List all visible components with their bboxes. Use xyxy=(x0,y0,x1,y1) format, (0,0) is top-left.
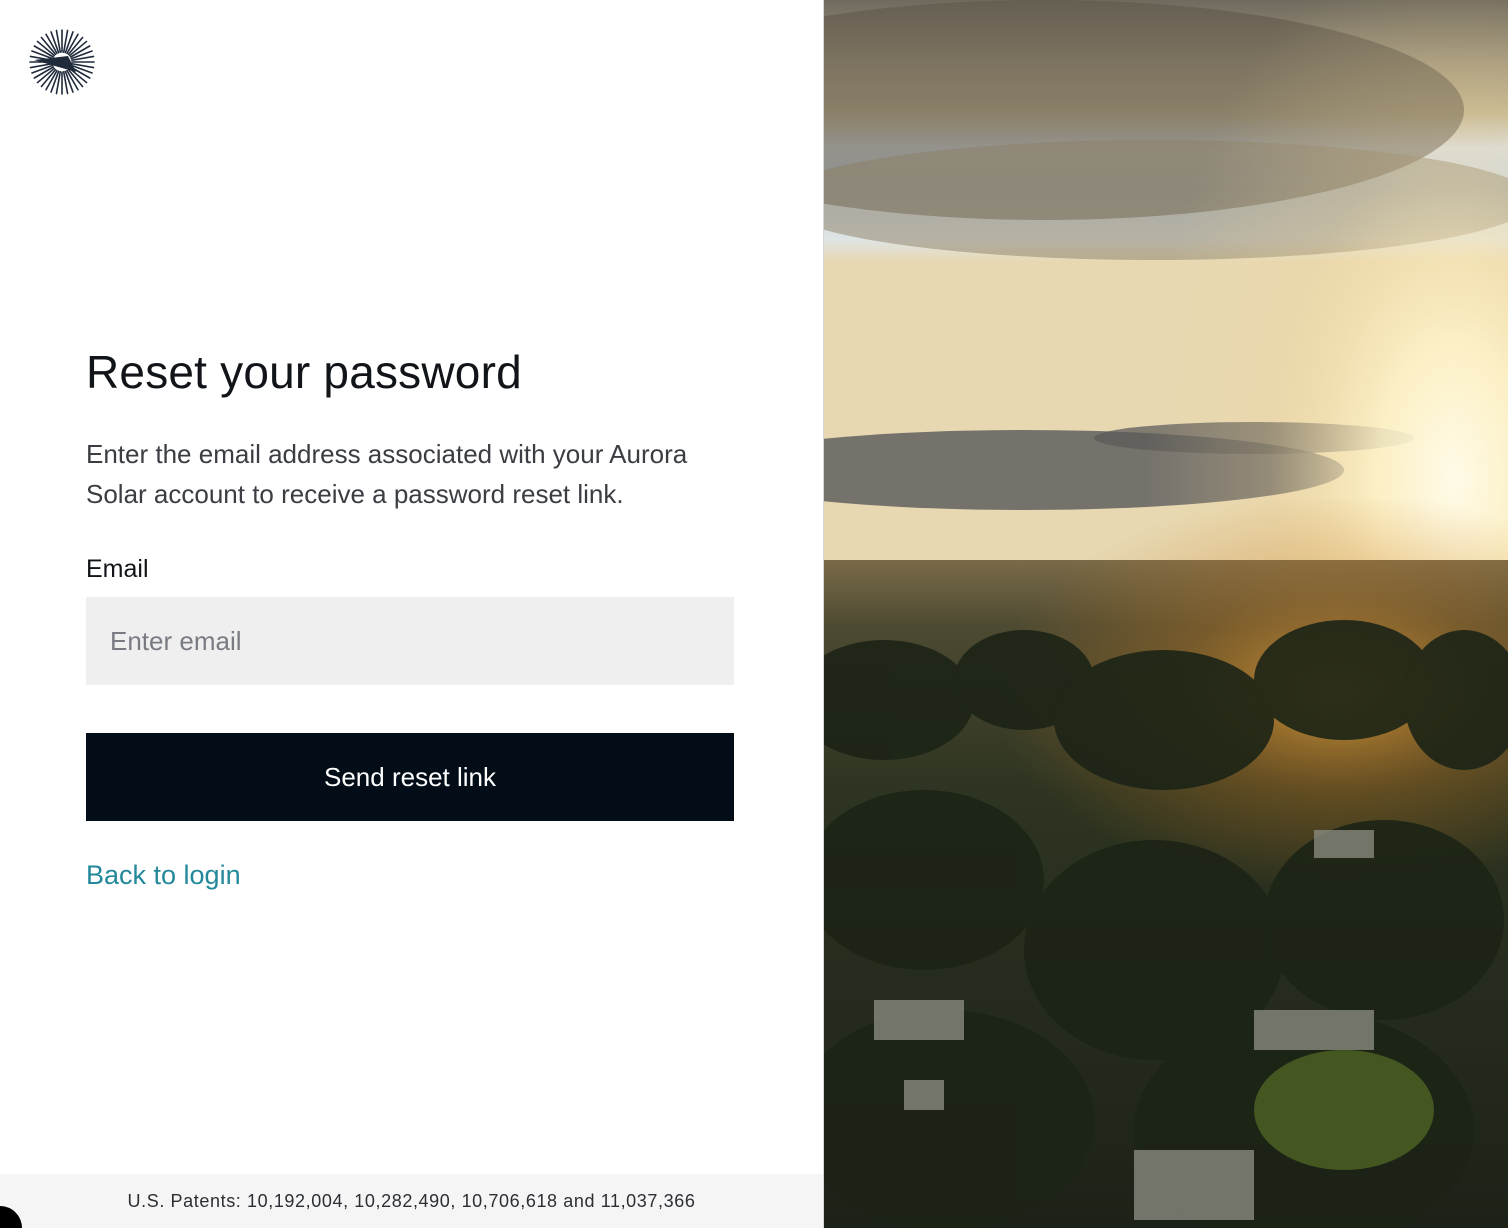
form-panel: Reset your password Enter the email addr… xyxy=(0,0,823,1228)
back-to-login-link[interactable]: Back to login xyxy=(86,857,241,893)
reset-password-page: Reset your password Enter the email addr… xyxy=(0,0,1508,1228)
reset-form: Reset your password Enter the email addr… xyxy=(86,340,734,893)
page-title: Reset your password xyxy=(86,346,522,398)
aurora-sunburst-icon xyxy=(29,29,95,95)
email-input[interactable] xyxy=(86,597,734,685)
patents-text: U.S. Patents: 10,192,004, 10,282,490, 10… xyxy=(127,1190,696,1211)
patents-footer: U.S. Patents: 10,192,004, 10,282,490, 10… xyxy=(0,1174,823,1228)
sunset-landscape-image xyxy=(824,0,1508,1228)
email-label: Email xyxy=(86,555,149,583)
hero-photo-panel xyxy=(824,0,1508,1228)
send-reset-link-button[interactable]: Send reset link xyxy=(86,733,734,821)
instructions-text: Enter the email address associated with … xyxy=(86,439,688,509)
